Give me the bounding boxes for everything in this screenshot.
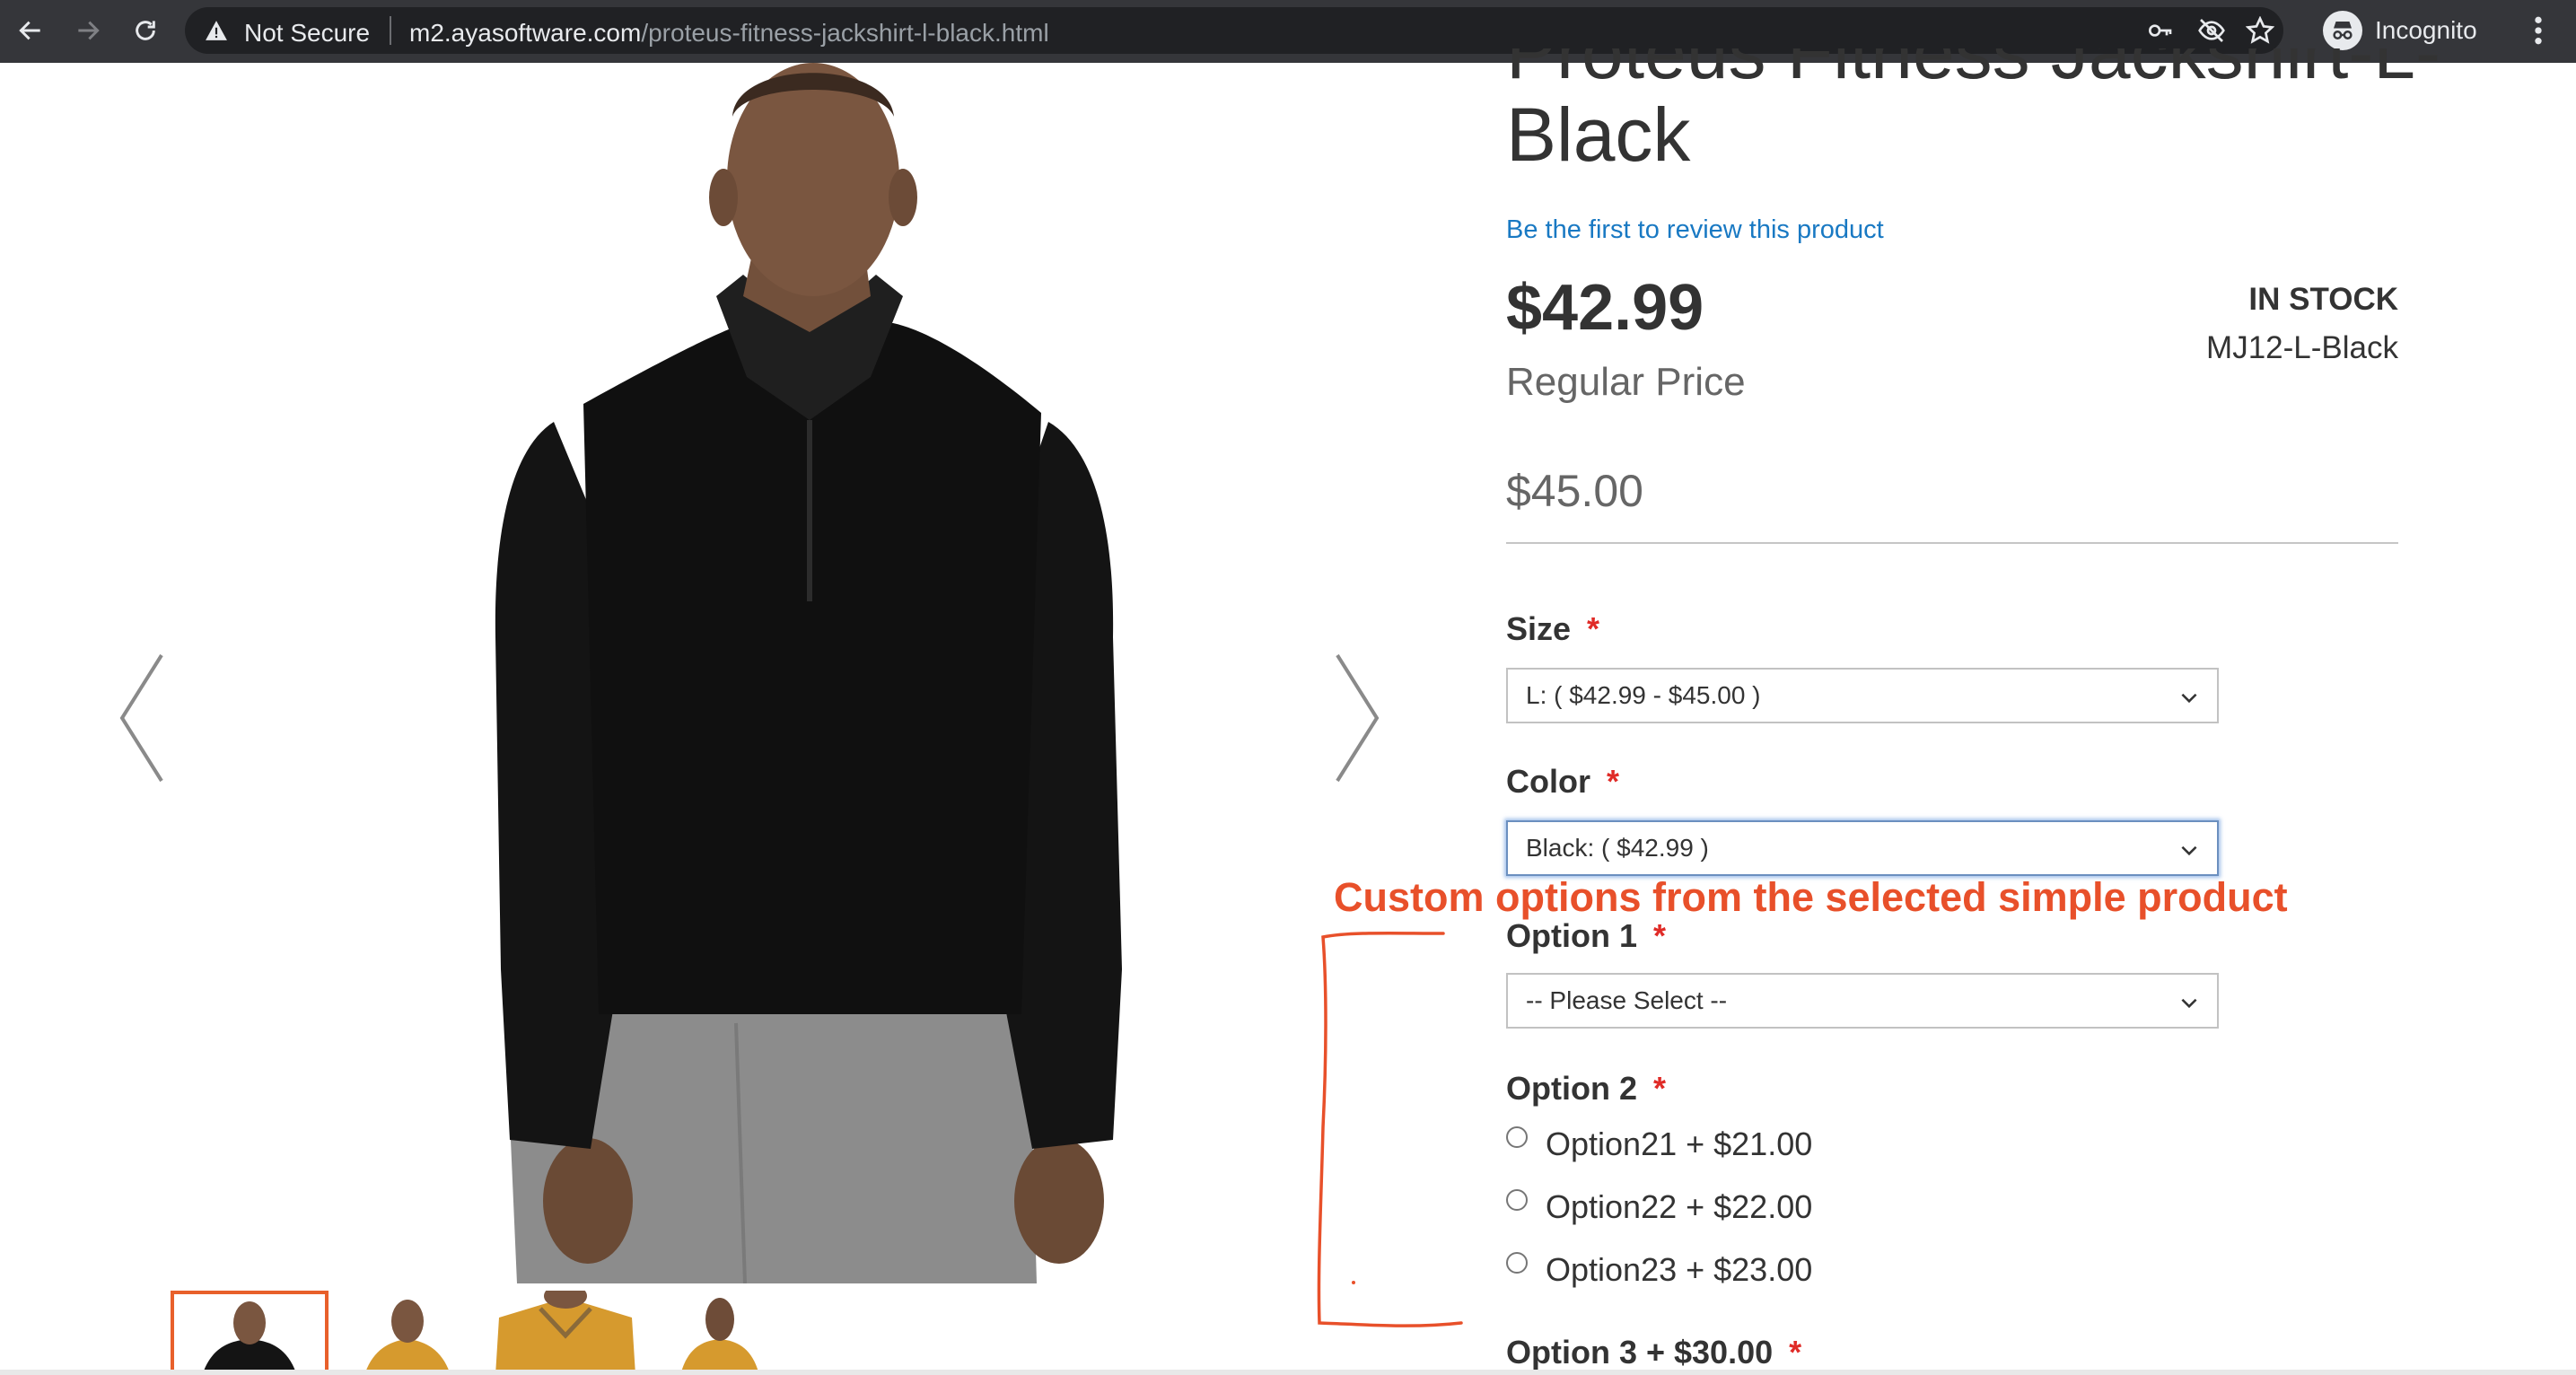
back-button[interactable] xyxy=(11,11,50,50)
required-marker: * xyxy=(1653,917,1667,954)
page-bottom-edge xyxy=(0,1370,2576,1375)
color-label: Color * xyxy=(1506,763,1619,801)
final-price: $42.99 xyxy=(1506,272,1704,344)
size-select-value: L: ( $42.99 - $45.00 ) xyxy=(1526,681,1761,709)
option2-label: Option 2 * xyxy=(1506,1070,1666,1108)
incognito-icon xyxy=(2323,11,2362,50)
thumbnail-4[interactable] xyxy=(644,1291,802,1375)
option3-label-text: Option 3 + $30.00 xyxy=(1506,1334,1774,1371)
gallery-thumbnails xyxy=(171,1291,802,1375)
option2-choice-label: Option21 + $21.00 xyxy=(1546,1125,1813,1162)
size-select[interactable]: L: ( $42.99 - $45.00 ) xyxy=(1506,668,2219,723)
color-select-value: Black: ( $42.99 ) xyxy=(1526,834,1709,862)
url-path: /proteus-fitness-jackshirt-l-black.html xyxy=(641,19,1049,47)
option1-select-value: -- Please Select -- xyxy=(1526,986,1728,1014)
radio-button[interactable] xyxy=(1506,1252,1528,1274)
required-marker: * xyxy=(1653,1070,1667,1107)
key-icon[interactable] xyxy=(2145,16,2174,45)
forward-button[interactable] xyxy=(68,11,108,50)
product-sku: MJ12-L-Black xyxy=(2206,330,2398,365)
reload-icon xyxy=(136,21,155,40)
product-title: Proteus Fitness Jackshirt-L- Black xyxy=(1506,48,2440,176)
option2-choice-3[interactable]: Option23 + $23.00 xyxy=(1506,1251,1812,1289)
chevron-down-icon xyxy=(2181,845,2197,856)
url-text[interactable]: m2.ayasoftware.com/proteus-fitness-jacks… xyxy=(409,19,1049,48)
back-icon xyxy=(19,21,40,40)
option2-choice-label: Option22 + $22.00 xyxy=(1546,1188,1813,1225)
url-host: m2.ayasoftware.com xyxy=(409,19,642,47)
color-label-text: Color xyxy=(1506,763,1590,800)
profile-button[interactable]: Incognito xyxy=(2323,7,2477,54)
option1-label-text: Option 1 xyxy=(1506,917,1637,954)
option1-label: Option 1 * xyxy=(1506,917,1666,955)
option2-label-text: Option 2 xyxy=(1506,1070,1637,1107)
stock-status: IN STOCK xyxy=(2248,282,2398,317)
review-link[interactable]: Be the first to review this product xyxy=(1506,215,1884,245)
product-gallery xyxy=(119,63,1418,1283)
address-separator xyxy=(390,16,391,45)
size-label: Size * xyxy=(1506,610,1599,648)
thumbnail-1[interactable] xyxy=(171,1291,329,1375)
product-title-line1: Proteus Fitness Jackshirt-L- xyxy=(1506,48,2440,93)
regular-price-label: Regular Price xyxy=(1506,360,1746,404)
annotation-caption: Custom options from the selected simple … xyxy=(1334,874,2288,920)
product-title-line2: Black xyxy=(1506,92,1691,177)
option1-select[interactable]: -- Please Select -- xyxy=(1506,973,2219,1029)
required-marker: * xyxy=(1607,763,1620,800)
warning-icon xyxy=(206,21,227,40)
address-bar[interactable]: Not Secure m2.ayasoftware.com/proteus-fi… xyxy=(185,7,2283,54)
menu-icon[interactable] xyxy=(2522,13,2554,48)
radio-button[interactable] xyxy=(1506,1126,1528,1148)
color-select[interactable]: Black: ( $42.99 ) xyxy=(1506,820,2219,876)
thumbnail-2[interactable] xyxy=(329,1291,486,1375)
product-photo xyxy=(495,63,1122,1283)
chevron-down-icon xyxy=(2181,998,2197,1009)
reload-button[interactable] xyxy=(126,11,165,50)
required-marker: * xyxy=(1789,1334,1802,1371)
profile-label: Incognito xyxy=(2375,16,2477,44)
next-image-arrow[interactable] xyxy=(1319,601,1391,835)
chevron-down-icon xyxy=(2181,693,2197,704)
option2-choice-label: Option23 + $23.00 xyxy=(1546,1251,1813,1288)
radio-button[interactable] xyxy=(1506,1189,1528,1211)
thumbnail-3[interactable] xyxy=(486,1291,644,1375)
option2-choice-2[interactable]: Option22 + $22.00 xyxy=(1506,1188,1812,1226)
annotation-bracket xyxy=(1317,931,1463,1327)
forward-icon xyxy=(78,21,100,40)
security-label[interactable]: Not Secure xyxy=(244,19,370,48)
price-divider xyxy=(1506,542,2398,544)
option3-label: Option 3 + $30.00 * xyxy=(1506,1334,1801,1371)
option2-choice-1[interactable]: Option21 + $21.00 xyxy=(1506,1125,1812,1163)
eye-off-icon[interactable] xyxy=(2197,16,2226,45)
previous-image-arrow[interactable] xyxy=(108,601,180,835)
regular-price: $45.00 xyxy=(1506,466,1643,516)
star-icon[interactable] xyxy=(2246,16,2274,45)
size-label-text: Size xyxy=(1506,610,1572,647)
required-marker: * xyxy=(1587,610,1600,647)
